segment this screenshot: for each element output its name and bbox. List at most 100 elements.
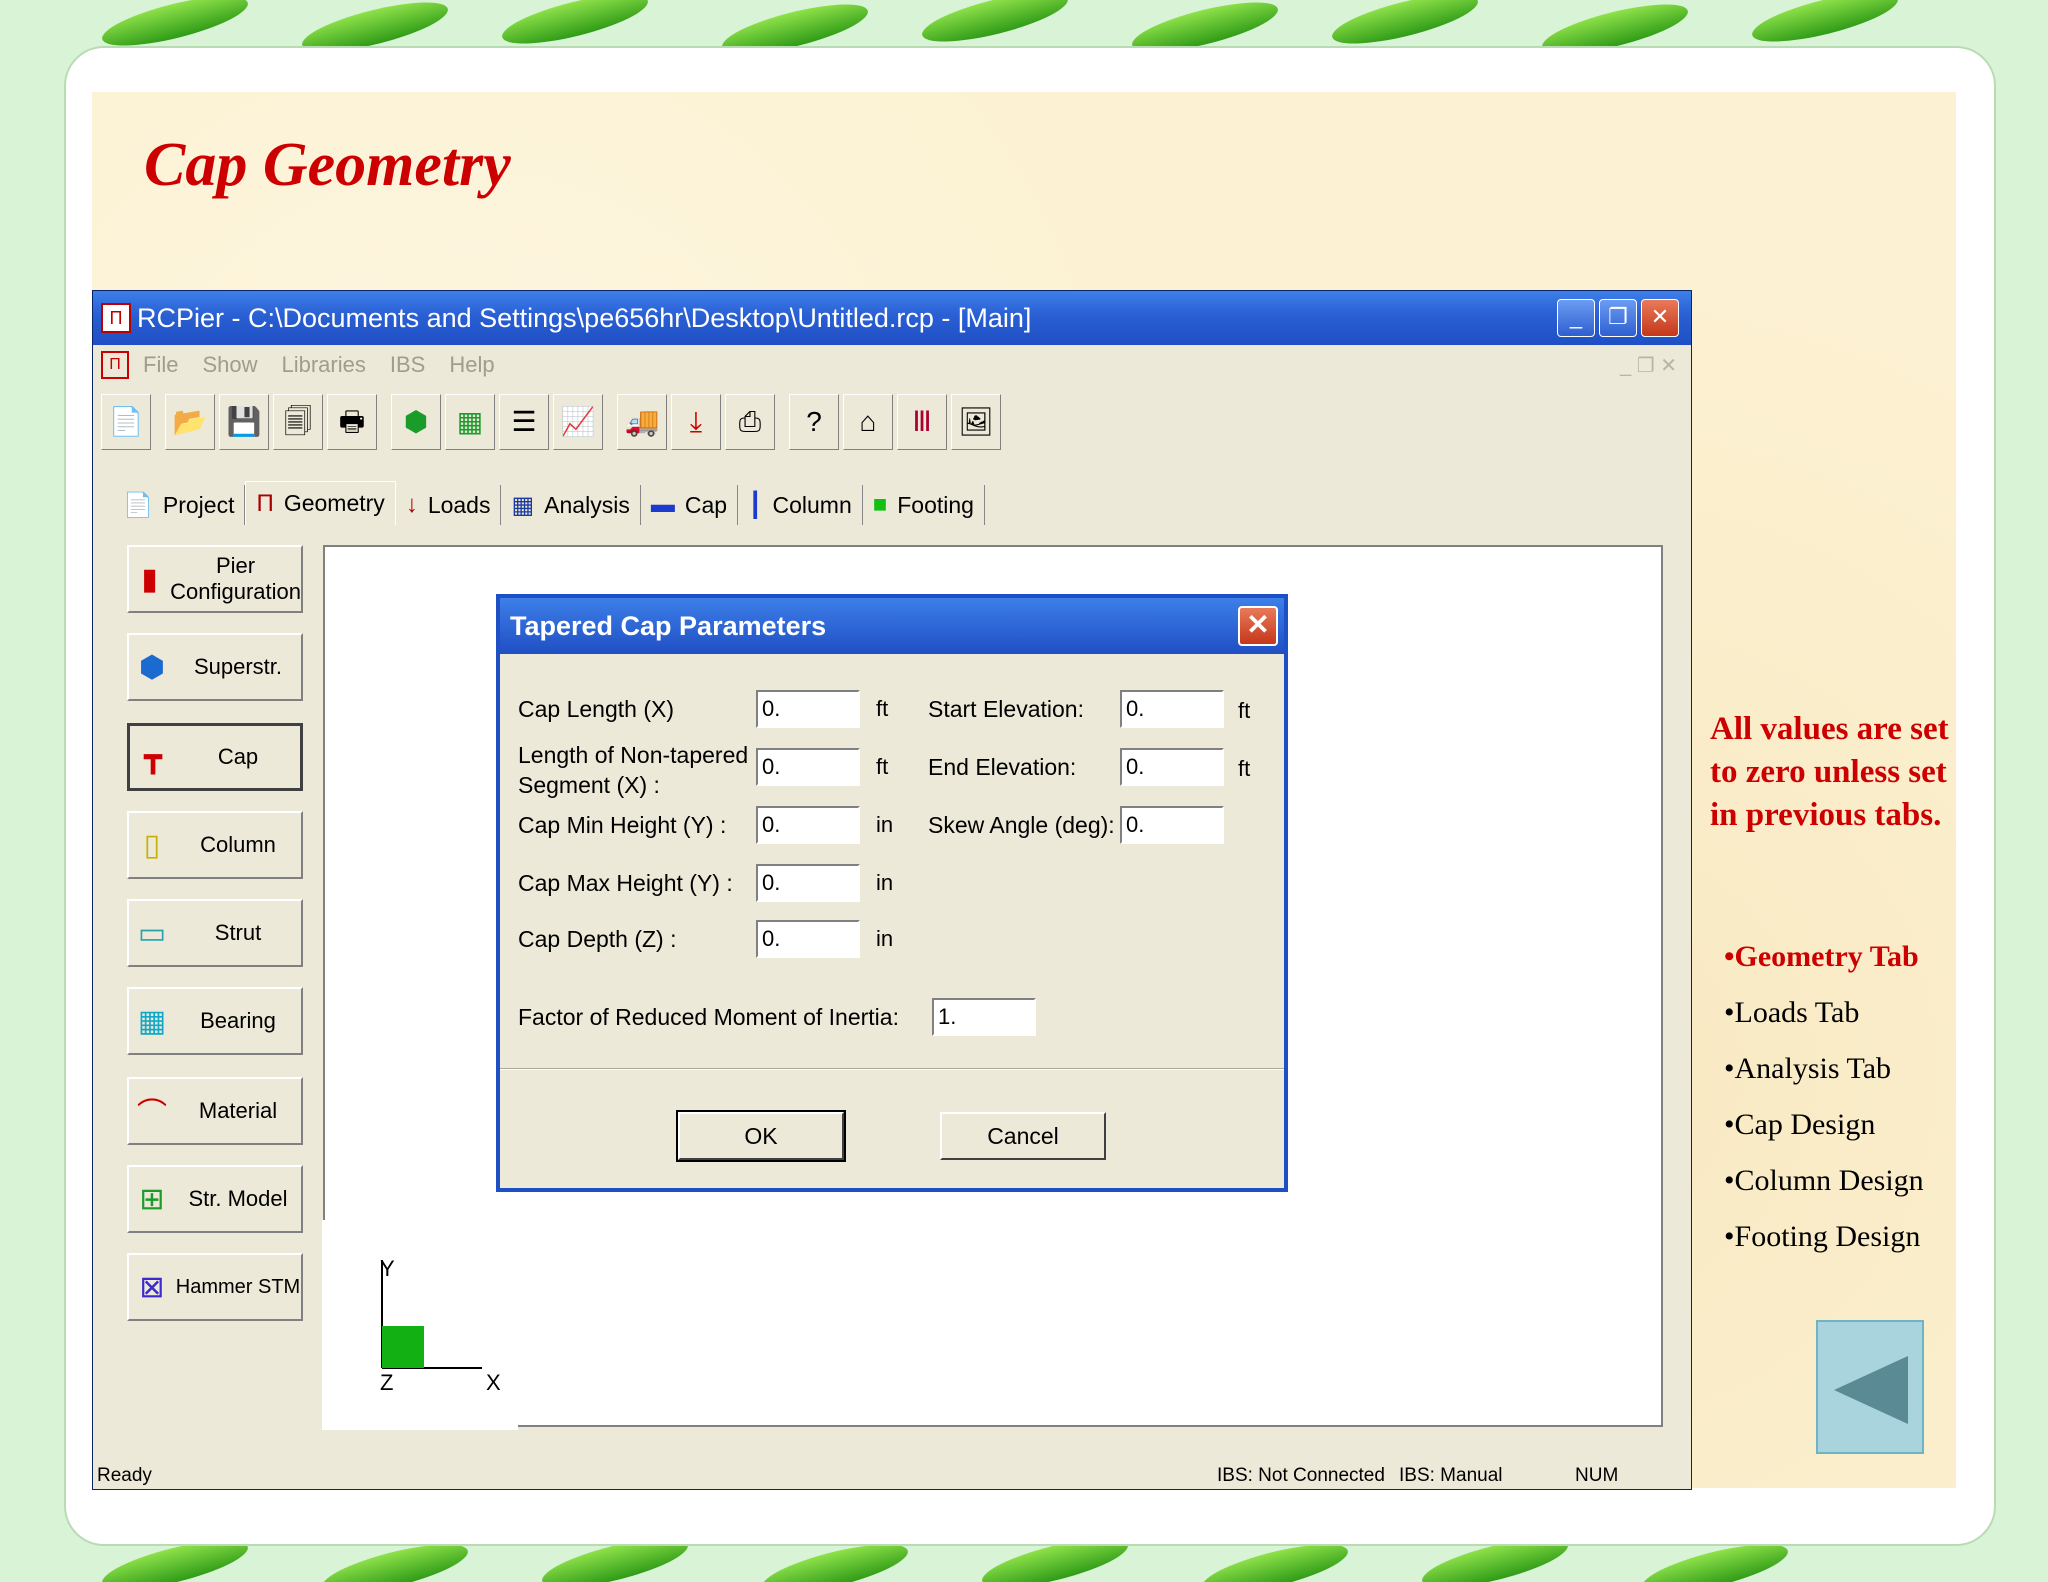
column-icon: ▯ bbox=[143, 828, 161, 862]
restore-button[interactable]: ❐ bbox=[1599, 299, 1637, 337]
ok-button[interactable]: OK bbox=[676, 1110, 846, 1162]
topic-footing-design[interactable]: •Footing Design bbox=[1724, 1220, 1924, 1276]
end-elevation-unit: ft bbox=[1238, 756, 1251, 781]
chart-icon[interactable]: 📈 bbox=[553, 394, 603, 450]
sidebar-material[interactable]: ⌒ Material bbox=[127, 1077, 303, 1145]
back-button[interactable] bbox=[1816, 1320, 1924, 1454]
max-height-unit: in bbox=[876, 870, 894, 895]
menu-show[interactable]: Show bbox=[202, 352, 257, 378]
status-bar: Ready IBS: Not Connected IBS: Manual NUM bbox=[93, 1461, 1691, 1491]
print-icon[interactable]: 🖶 bbox=[327, 394, 377, 450]
slide-title: Cap Geometry bbox=[144, 131, 511, 199]
leaf-decoration bbox=[1748, 0, 1902, 52]
sidebar-pier-configuration[interactable]: ▮ Pier Configuration bbox=[127, 545, 303, 613]
cancel-button[interactable]: Cancel bbox=[940, 1112, 1106, 1160]
load-download-icon[interactable]: ⤓ bbox=[671, 394, 721, 450]
tab-geometry[interactable]: Π Geometry bbox=[245, 481, 396, 525]
status-text: Ready bbox=[97, 1465, 152, 1486]
picture-icon[interactable]: 🖼 bbox=[951, 394, 1001, 450]
grid-frame-icon[interactable]: ▦ bbox=[445, 394, 495, 450]
cap-length-input[interactable] bbox=[756, 690, 860, 728]
tab-analysis[interactable]: ▦ Analysis bbox=[501, 485, 641, 525]
axis-y-label: Y bbox=[380, 1256, 395, 1281]
non-tapered-label-line1: Length of Non-tapered bbox=[518, 742, 749, 768]
dialog-titlebar[interactable]: Tapered Cap Parameters ✕ bbox=[500, 598, 1284, 654]
axis-x-label: X bbox=[486, 1370, 501, 1395]
material-curve-icon: ⌒ bbox=[137, 1098, 167, 1131]
app-icon: Π bbox=[101, 303, 131, 333]
sidebar-hammer-stm[interactable]: ⊠ Hammer STM bbox=[127, 1253, 303, 1321]
bridge-icon[interactable]: Ⅲ bbox=[897, 394, 947, 450]
cap-length-unit: ft bbox=[876, 696, 889, 721]
arrow-down-icon: ↓ bbox=[405, 491, 418, 518]
tab-column[interactable]: ┃ Column bbox=[738, 485, 863, 525]
menu-ibs[interactable]: IBS bbox=[390, 352, 425, 378]
menu-bar: Π File Show Libraries IBS Help _ ❐ ✕ bbox=[93, 345, 1691, 385]
close-button[interactable]: ✕ bbox=[1641, 299, 1679, 337]
axis-z-label: Z bbox=[380, 1370, 394, 1395]
sidebar-superstr[interactable]: ⬢ Superstr. bbox=[127, 633, 303, 701]
sidebar-cap[interactable]: ┳ Cap bbox=[127, 723, 303, 791]
min-height-input[interactable] bbox=[756, 806, 860, 844]
doc-icon: 📄 bbox=[123, 491, 153, 519]
leaf-decoration bbox=[918, 0, 1072, 52]
menu-libraries[interactable]: Libraries bbox=[282, 352, 366, 378]
max-height-input[interactable] bbox=[756, 864, 860, 902]
minimize-button[interactable]: _ bbox=[1557, 299, 1595, 337]
menu-file[interactable]: File bbox=[143, 352, 178, 378]
sidebar-bearing[interactable]: ▦ Bearing bbox=[127, 987, 303, 1055]
tab-strip: 📄 Project Π Geometry ↓ Loads ▦ Analysis ▬ Cap… bbox=[113, 481, 985, 525]
skew-angle-input[interactable] bbox=[1120, 806, 1224, 844]
mdi-icon: Π bbox=[101, 351, 129, 379]
open-folder-icon[interactable]: 📂 bbox=[165, 394, 215, 450]
sidebar-strut[interactable]: ▭ Strut bbox=[127, 899, 303, 967]
truck-icon[interactable]: 🚚 bbox=[617, 394, 667, 450]
cap-bar-icon: ▬ bbox=[650, 491, 675, 518]
topic-column-design[interactable]: •Column Design bbox=[1724, 1164, 1924, 1220]
save-all-icon[interactable]: 🗐 bbox=[273, 394, 323, 450]
cube-icon[interactable]: ⬢ bbox=[391, 394, 441, 450]
help-icon[interactable]: ? bbox=[789, 394, 839, 450]
printer-icon[interactable]: ⎙ bbox=[725, 394, 775, 450]
window-titlebar[interactable]: Π RCPier - C:\Documents and Settings\pe6… bbox=[93, 291, 1691, 345]
mdi-controls[interactable]: _ ❐ ✕ bbox=[1620, 353, 1677, 378]
start-elevation-unit: ft bbox=[1238, 698, 1251, 723]
sidebar-str-model[interactable]: ⊞ Str. Model bbox=[127, 1165, 303, 1233]
end-elevation-input[interactable] bbox=[1120, 748, 1224, 786]
hammer-icon: ┳ bbox=[143, 740, 163, 774]
axes-indicator: Y Z X bbox=[322, 1220, 518, 1430]
non-tapered-label-line2: Segment (X) : bbox=[518, 772, 660, 798]
topic-geometry-tab[interactable]: •Geometry Tab bbox=[1724, 940, 1924, 996]
tab-footing[interactable]: ■ Footing bbox=[863, 485, 985, 525]
num-lock-status: NUM bbox=[1575, 1465, 1619, 1486]
min-height-unit: in bbox=[876, 812, 894, 837]
sidebar-column[interactable]: ▯ Column bbox=[127, 811, 303, 879]
save-icon[interactable]: 💾 bbox=[219, 394, 269, 450]
strut-icon: ▭ bbox=[137, 916, 167, 950]
factor-inertia-input[interactable] bbox=[932, 998, 1036, 1036]
start-elevation-input[interactable] bbox=[1120, 690, 1224, 728]
pier-config-icon: ▮ bbox=[141, 562, 158, 596]
factor-inertia-label: Factor of Reduced Moment of Inertia: bbox=[518, 1004, 899, 1030]
tab-cap[interactable]: ▬ Cap bbox=[641, 485, 739, 525]
dialog-close-button[interactable]: ✕ bbox=[1238, 606, 1278, 646]
non-tapered-unit: ft bbox=[876, 754, 889, 779]
topic-cap-design[interactable]: •Cap Design bbox=[1724, 1108, 1924, 1164]
topic-loads-tab[interactable]: •Loads Tab bbox=[1724, 996, 1924, 1052]
non-tapered-input[interactable] bbox=[756, 748, 860, 786]
start-elevation-label: Start Elevation: bbox=[928, 696, 1084, 722]
slide-notes: All values are set to zero unless set in… bbox=[1710, 711, 1949, 833]
str-model-icon: ⊞ bbox=[139, 1182, 165, 1216]
topic-analysis-tab[interactable]: •Analysis Tab bbox=[1724, 1052, 1924, 1108]
tab-loads[interactable]: ↓ Loads bbox=[396, 485, 502, 525]
menu-help[interactable]: Help bbox=[449, 352, 494, 378]
home-icon[interactable]: ⌂ bbox=[843, 394, 893, 450]
window-title: RCPier - C:\Documents and Settings\pe656… bbox=[137, 302, 1032, 333]
depth-input[interactable] bbox=[756, 920, 860, 958]
list-icon[interactable]: ☰ bbox=[499, 394, 549, 450]
skew-angle-label: Skew Angle (deg): bbox=[928, 812, 1115, 838]
bearing-icon: ▦ bbox=[137, 1004, 167, 1038]
depth-label: Cap Depth (Z) : bbox=[518, 926, 677, 952]
tab-project[interactable]: 📄 Project bbox=[113, 485, 246, 525]
new-file-icon[interactable]: 📄 bbox=[101, 394, 151, 450]
